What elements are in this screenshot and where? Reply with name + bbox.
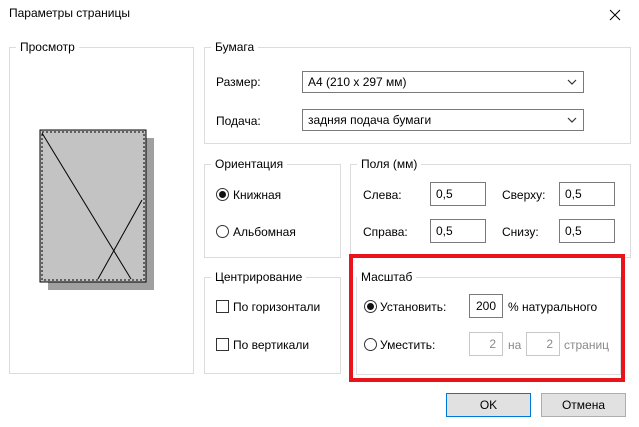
centering-legend: Центрирование — [211, 270, 307, 284]
scale-fit-label[interactable]: Уместить: — [380, 338, 435, 352]
margins-legend: Поля (мм) — [357, 157, 422, 171]
chevron-down-icon — [567, 79, 577, 85]
window-title: Параметры страницы — [9, 6, 130, 20]
fit-width-value: 2 — [489, 337, 496, 351]
margins-group: Поля (мм) — [350, 157, 631, 258]
chevron-down-icon — [567, 117, 577, 123]
scale-percent-input[interactable]: 200 — [469, 294, 503, 318]
portrait-label[interactable]: Книжная — [233, 188, 281, 202]
close-icon — [609, 9, 621, 21]
page-sheet — [39, 129, 147, 283]
scale-set-label[interactable]: Установить: — [380, 300, 446, 314]
center-vertical-label[interactable]: По вертикали — [233, 338, 309, 352]
margin-left-value: 0,5 — [436, 187, 453, 201]
portrait-radio[interactable] — [216, 188, 229, 201]
fit-mid-label: на — [508, 338, 522, 352]
center-horizontal-checkbox[interactable] — [216, 300, 229, 313]
close-button[interactable] — [600, 2, 630, 28]
paper-source-select[interactable]: задняя подача бумаги — [302, 109, 584, 131]
margin-top-label: Сверху: — [502, 188, 546, 202]
centering-group: Центрирование — [204, 270, 341, 374]
margin-bottom-input[interactable]: 0,5 — [559, 219, 615, 243]
orientation-legend: Ориентация — [211, 157, 288, 171]
scale-group: Масштаб — [356, 270, 621, 375]
margin-top-value: 0,5 — [565, 187, 582, 201]
margin-bottom-value: 0,5 — [565, 224, 582, 238]
fit-height-value: 2 — [546, 337, 553, 351]
orientation-group: Ориентация — [204, 157, 341, 258]
scale-percent-suffix: % натурального — [508, 300, 598, 314]
preview-legend: Просмотр — [16, 40, 79, 54]
paper-source-label: Подача: — [216, 114, 261, 128]
fit-suffix-label: страниц — [564, 338, 610, 352]
ok-button[interactable]: OK — [446, 393, 531, 417]
paper-size-value: A4 (210 x 297 мм) — [308, 75, 407, 89]
scale-fit-radio[interactable] — [364, 338, 377, 351]
scale-legend: Масштаб — [357, 270, 417, 284]
center-vertical-checkbox[interactable] — [216, 338, 229, 351]
center-horizontal-label[interactable]: По горизонтали — [233, 300, 320, 314]
paper-legend: Бумага — [211, 40, 259, 54]
paper-size-label: Размер: — [216, 75, 261, 89]
margin-left-input[interactable]: 0,5 — [430, 182, 486, 206]
margin-right-label: Справа: — [363, 225, 408, 239]
margin-left-label: Слева: — [363, 188, 402, 202]
fit-width-input[interactable]: 2 — [469, 332, 503, 356]
landscape-radio[interactable] — [216, 225, 229, 238]
paper-size-select[interactable]: A4 (210 x 297 мм) — [302, 71, 584, 93]
scale-percent-value: 200 — [475, 299, 496, 313]
preview-group: Просмотр — [9, 40, 194, 374]
page-preview — [39, 129, 154, 290]
cancel-button[interactable]: Отмена — [541, 393, 626, 417]
margin-right-value: 0,5 — [436, 224, 453, 238]
paper-source-value: задняя подача бумаги — [308, 113, 432, 127]
margin-top-input[interactable]: 0,5 — [559, 182, 615, 206]
margin-right-input[interactable]: 0,5 — [430, 219, 486, 243]
fit-height-input[interactable]: 2 — [526, 332, 560, 356]
landscape-label[interactable]: Альбомная — [233, 225, 296, 239]
margin-bottom-label: Снизу: — [502, 225, 539, 239]
scale-set-radio[interactable] — [364, 300, 377, 313]
